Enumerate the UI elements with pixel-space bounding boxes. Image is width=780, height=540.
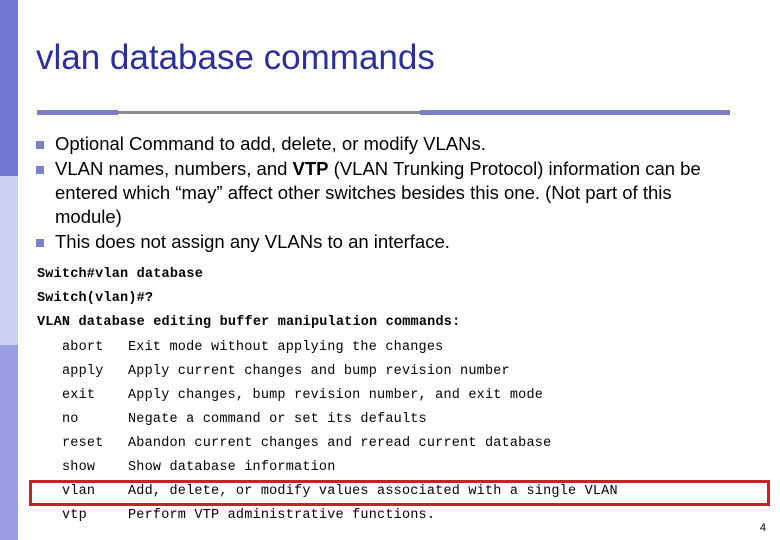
command-row: abort Exit mode without applying the chan…	[62, 336, 618, 360]
command-name: apply	[62, 364, 104, 379]
command-name: abort	[62, 340, 104, 355]
slide-canvas: vlan database commands Optional Command …	[0, 0, 780, 540]
bullet-item: Optional Command to add, delete, or modi…	[36, 132, 736, 156]
square-bullet-icon	[36, 239, 44, 247]
command-row: show Show database information	[62, 456, 618, 480]
bullet-text-run: VLAN names, numbers, and	[55, 158, 293, 179]
command-name: show	[62, 460, 96, 475]
command-row: reset Abandon current changes and reread …	[62, 432, 618, 456]
command-name: reset	[62, 436, 104, 451]
sidebar-strip-top	[0, 0, 18, 176]
sidebar-strip-bottom	[0, 345, 18, 540]
bullet-text-run: Optional Command to add, delete, or modi…	[55, 133, 486, 154]
console-line: Switch(vlan)#?	[37, 291, 154, 306]
bullet-list: Optional Command to add, delete, or modi…	[36, 132, 736, 255]
console-line: Switch#vlan database	[37, 267, 204, 282]
sidebar-strip-middle	[0, 176, 18, 345]
bullet-text: VLAN names, numbers, and VTP (VLAN Trunk…	[55, 157, 736, 229]
command-name: exit	[62, 388, 96, 403]
bullet-item: This does not assign any VLANs to an int…	[36, 230, 736, 254]
command-description: Apply current changes and bump revision …	[128, 364, 510, 379]
divider-segment-right	[420, 110, 730, 115]
page-title: vlan database commands	[36, 38, 435, 77]
command-name: vtp	[62, 508, 87, 523]
command-description: Abandon current changes and reread curre…	[128, 436, 552, 451]
command-list: abort Exit mode without applying the chan…	[62, 336, 618, 528]
command-description: Perform VTP administrative functions.	[128, 508, 436, 523]
bullet-text: This does not assign any VLANs to an int…	[55, 230, 450, 254]
command-description: Apply changes, bump revision number, and…	[128, 388, 544, 403]
square-bullet-icon	[36, 166, 44, 174]
command-row: exit Apply changes, bump revision number,…	[62, 384, 618, 408]
command-name: vlan	[62, 484, 96, 499]
square-bullet-icon	[36, 141, 44, 149]
bullet-text: Optional Command to add, delete, or modi…	[55, 132, 486, 156]
command-description: Exit mode without applying the changes	[128, 340, 444, 355]
divider-segment-middle	[118, 111, 420, 114]
command-name: no	[62, 412, 79, 427]
bullet-item: VLAN names, numbers, and VTP (VLAN Trunk…	[36, 157, 736, 229]
page-number: 4	[759, 522, 766, 534]
bullet-text-run: This does not assign any VLANs to an int…	[55, 231, 450, 252]
console-line: VLAN database editing buffer manipulatio…	[37, 315, 461, 330]
command-row: no Negate a command or set its defaults	[62, 408, 618, 432]
bullet-text-emphasis: VTP	[292, 158, 329, 179]
command-description: Negate a command or set its defaults	[128, 412, 427, 427]
command-description: Show database information	[128, 460, 336, 475]
command-row: apply Apply current changes and bump revi…	[62, 360, 618, 384]
command-description: Add, delete, or modify values associated…	[128, 484, 618, 499]
command-row: vtp Perform VTP administrative functions.	[62, 504, 618, 528]
console-output-block: Switch#vlan database Switch(vlan)#? VLAN d…	[37, 263, 460, 335]
command-row: vlan Add, delete, or modify values associ…	[62, 480, 618, 504]
divider-segment-left	[37, 110, 118, 115]
